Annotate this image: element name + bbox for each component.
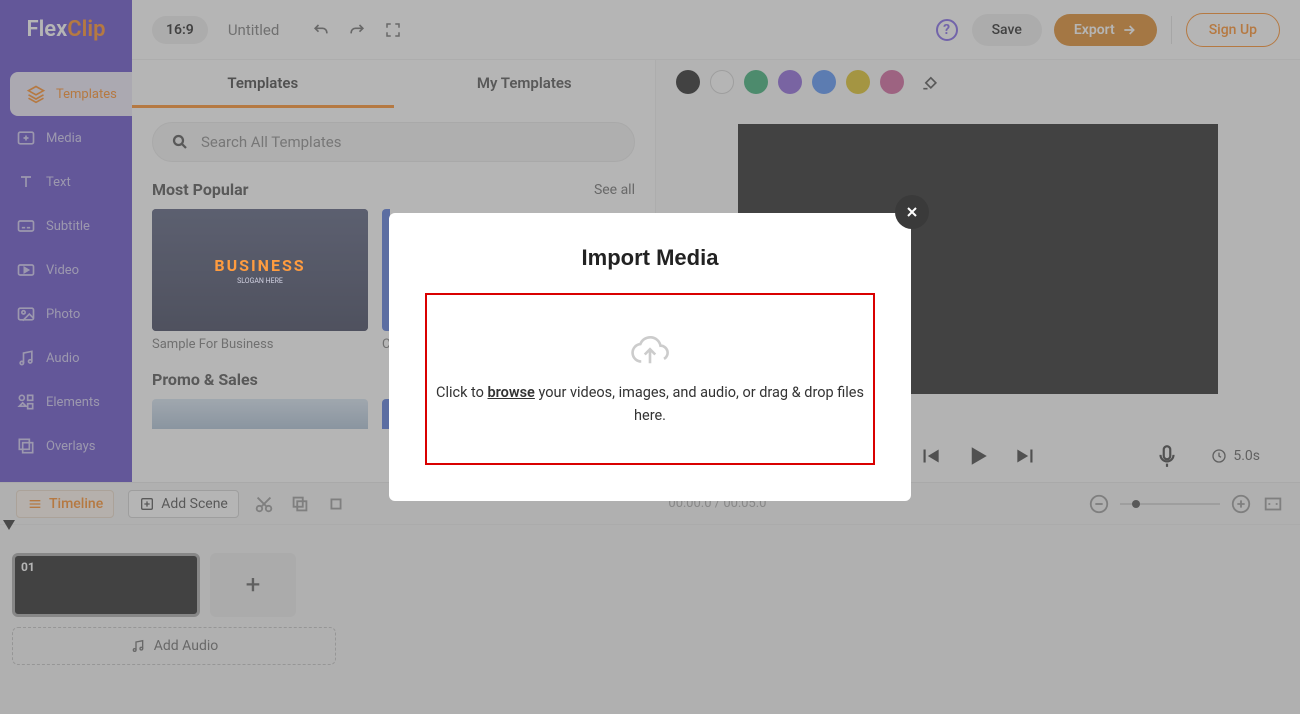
close-modal-button[interactable]: [895, 195, 929, 229]
cloud-upload-icon: [629, 330, 671, 372]
thumb-subtitle: SLOGAN HERE: [237, 277, 283, 285]
close-icon: [904, 204, 920, 220]
import-media-modal: Import Media Click to browse your videos…: [389, 213, 911, 501]
modal-overlay[interactable]: Import Media Click to browse your videos…: [0, 0, 1300, 714]
thumb-title: BUSINESS: [214, 256, 305, 275]
modal-title: Import Media: [425, 245, 875, 271]
dropzone-text: Click to browse your videos, images, and…: [427, 382, 873, 428]
upload-dropzone[interactable]: Click to browse your videos, images, and…: [425, 293, 875, 465]
